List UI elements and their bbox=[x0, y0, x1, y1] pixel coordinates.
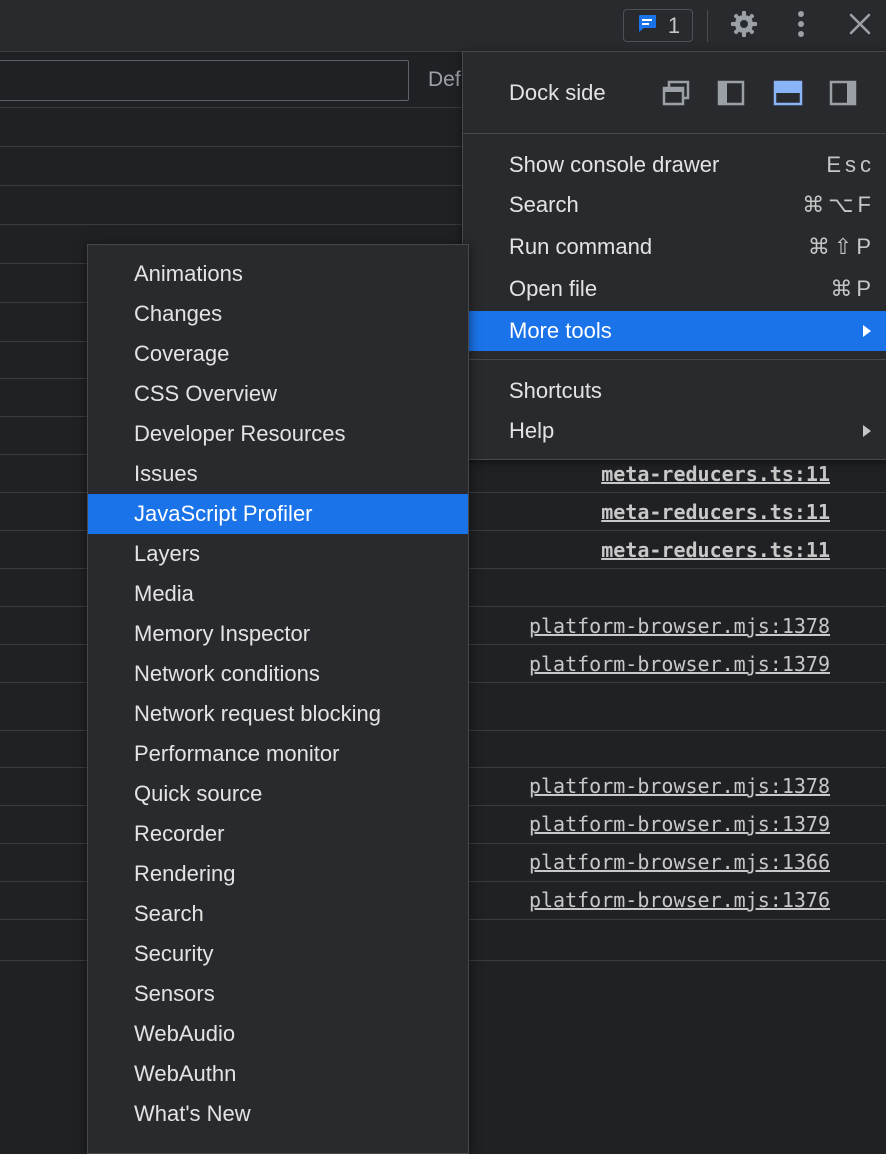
menu-item-label: Help bbox=[509, 418, 555, 443]
issues-count: 1 bbox=[667, 12, 681, 38]
source-link[interactable]: meta-reducers.ts:11 bbox=[601, 462, 830, 486]
source-link[interactable]: platform-browser.mjs:1366 bbox=[529, 850, 830, 874]
menu-item-more-tools[interactable]: More tools bbox=[463, 311, 886, 351]
submenu-arrow-icon bbox=[863, 325, 871, 337]
menu-item-run-command[interactable]: Run command ⌘⇧P bbox=[463, 227, 886, 267]
submenu-item-issues[interactable]: Issues bbox=[88, 454, 468, 494]
menu-item-label: Shortcuts bbox=[509, 378, 602, 403]
source-link[interactable]: meta-reducers.ts:11 bbox=[601, 538, 830, 562]
submenu-item-rendering[interactable]: Rendering bbox=[88, 854, 468, 894]
submenu-item-sensors[interactable]: Sensors bbox=[88, 974, 468, 1014]
issues-chat-icon bbox=[636, 12, 658, 40]
menu-item-shortcut: Esc bbox=[826, 152, 875, 177]
menu-divider bbox=[463, 359, 886, 360]
customize-devtools-menu: Dock side Show console drawer Esc Search… bbox=[462, 51, 886, 460]
settings-button[interactable] bbox=[727, 9, 761, 43]
toolbar-divider bbox=[707, 10, 708, 42]
dock-side-label: Dock side bbox=[509, 80, 606, 105]
submenu-item-security[interactable]: Security bbox=[88, 934, 468, 974]
submenu-item-javascript-profiler[interactable]: JavaScript Profiler bbox=[88, 494, 468, 534]
source-link[interactable]: platform-browser.mjs:1379 bbox=[529, 812, 830, 836]
issues-counter-button[interactable]: 1 bbox=[623, 9, 693, 42]
submenu-item-network-request-blocking[interactable]: Network request blocking bbox=[88, 694, 468, 734]
submenu-item-css-overview[interactable]: CSS Overview bbox=[88, 374, 468, 414]
submenu-item-network-conditions[interactable]: Network conditions bbox=[88, 654, 468, 694]
source-link[interactable]: platform-browser.mjs:1376 bbox=[529, 888, 830, 912]
gear-icon bbox=[729, 9, 759, 44]
menu-item-label: Search bbox=[509, 192, 579, 217]
source-link[interactable]: platform-browser.mjs:1378 bbox=[529, 774, 830, 798]
submenu-item-coverage[interactable]: Coverage bbox=[88, 334, 468, 374]
customize-menu-button[interactable] bbox=[784, 9, 818, 43]
dock-left-icon[interactable] bbox=[717, 79, 747, 107]
submenu-item-recorder[interactable]: Recorder bbox=[88, 814, 468, 854]
menu-item-help[interactable]: Help bbox=[463, 411, 886, 451]
close-devtools-button[interactable] bbox=[843, 9, 877, 43]
submenu-item-animations[interactable]: Animations bbox=[88, 254, 468, 294]
menu-item-shortcuts[interactable]: Shortcuts bbox=[463, 371, 886, 411]
menu-item-shortcut: ⌘P bbox=[830, 276, 875, 301]
menu-item-search[interactable]: Search ⌘⌥F bbox=[463, 185, 886, 225]
menu-item-open-file[interactable]: Open file ⌘P bbox=[463, 269, 886, 309]
source-link[interactable]: platform-browser.mjs:1379 bbox=[529, 652, 830, 676]
submenu-item-changes[interactable]: Changes bbox=[88, 294, 468, 334]
source-link[interactable]: platform-browser.mjs:1378 bbox=[529, 614, 830, 638]
submenu-item-webauthn[interactable]: WebAuthn bbox=[88, 1054, 468, 1094]
menu-item-shortcut: ⌘⌥F bbox=[802, 192, 875, 217]
dock-right-icon[interactable] bbox=[829, 79, 859, 107]
submenu-item-whats-new[interactable]: What's New bbox=[88, 1094, 468, 1134]
submenu-item-search[interactable]: Search bbox=[88, 894, 468, 934]
menu-item-shortcut: ⌘⇧P bbox=[807, 234, 875, 259]
submenu-arrow-icon bbox=[863, 425, 871, 437]
source-link[interactable]: meta-reducers.ts:11 bbox=[601, 500, 830, 524]
submenu-item-developer-resources[interactable]: Developer Resources bbox=[88, 414, 468, 454]
undock-icon[interactable] bbox=[661, 79, 691, 107]
console-filter-input[interactable] bbox=[0, 60, 409, 101]
close-icon bbox=[849, 13, 871, 40]
submenu-item-layers[interactable]: Layers bbox=[88, 534, 468, 574]
more-tools-submenu: Animations Changes Coverage CSS Overview… bbox=[87, 244, 469, 1154]
menu-item-label: Show console drawer bbox=[509, 152, 720, 177]
submenu-item-quick-source[interactable]: Quick source bbox=[88, 774, 468, 814]
submenu-item-webaudio[interactable]: WebAudio bbox=[88, 1014, 468, 1054]
menu-item-label: More tools bbox=[509, 318, 612, 343]
menu-item-show-console-drawer[interactable]: Show console drawer Esc bbox=[463, 145, 886, 185]
submenu-item-media[interactable]: Media bbox=[88, 574, 468, 614]
menu-divider bbox=[463, 133, 886, 134]
menu-item-label: Open file bbox=[509, 276, 598, 301]
submenu-item-performance-monitor[interactable]: Performance monitor bbox=[88, 734, 468, 774]
devtools-toolbar: 1 bbox=[0, 0, 886, 52]
submenu-item-memory-inspector[interactable]: Memory Inspector bbox=[88, 614, 468, 654]
menu-item-label: Run command bbox=[509, 234, 653, 259]
kebab-menu-icon bbox=[797, 10, 805, 43]
dock-bottom-icon[interactable] bbox=[773, 79, 803, 107]
